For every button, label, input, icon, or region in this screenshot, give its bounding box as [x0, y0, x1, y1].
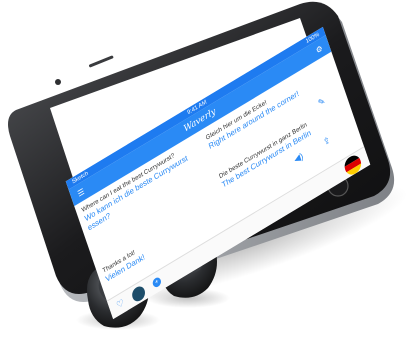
share-icon[interactable]: ⇪	[322, 134, 332, 148]
waveform-icon[interactable]: ♡	[115, 297, 125, 311]
speaker-icon[interactable]: ◀)	[293, 151, 305, 166]
add-icon[interactable]: +	[151, 275, 163, 289]
earpiece-speaker	[89, 55, 114, 68]
front-camera	[55, 79, 61, 85]
menu-icon[interactable]: ☰	[75, 185, 87, 199]
avatar[interactable]	[130, 283, 147, 304]
gear-icon[interactable]: ⚙	[313, 42, 325, 56]
pencil-icon[interactable]: ✎	[317, 95, 327, 109]
